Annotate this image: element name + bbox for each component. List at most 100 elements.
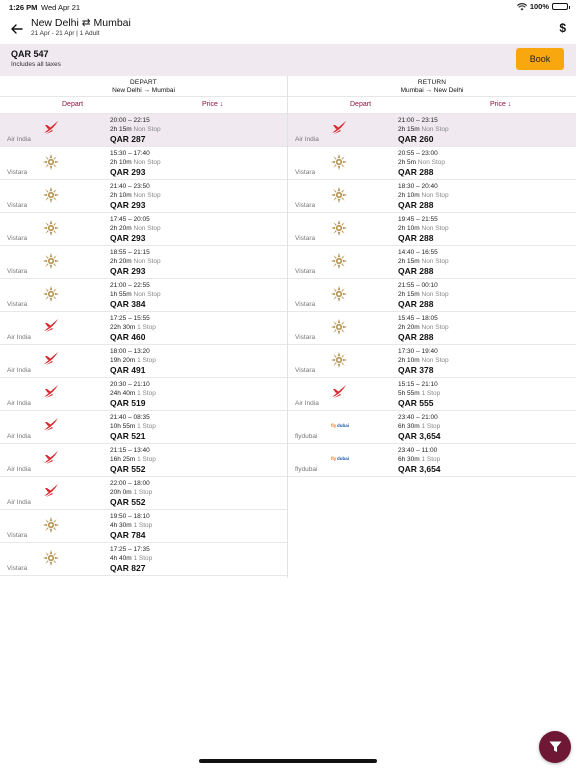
stops-label: Non Stop <box>421 291 449 298</box>
return-flight-row[interactable]: Air India 15:15 – 21:10 5h 55m 1 Stop QAR 5… <box>288 378 576 411</box>
filter-icon <box>549 741 561 752</box>
flight-times: 18:00 – 13:20 <box>110 348 150 355</box>
flight-duration: 2h 20m Non Stop <box>398 324 449 331</box>
depart-flight-row[interactable]: Air India 22:00 – 18:00 20h 0m 1 Stop QAR 5… <box>0 477 287 510</box>
airline-name: Vistara <box>7 202 28 209</box>
duration-value: 2h 10m <box>398 225 420 232</box>
stops-label: Non Stop <box>133 258 161 265</box>
depart-flight-row[interactable]: Vistara 15:30 – 17:40 2h 10m Non Stop QAR 2… <box>0 147 287 180</box>
flight-duration: 2h 20m Non Stop <box>110 225 161 232</box>
return-flight-row[interactable]: Vistara 14:40 – 16:55 2h 15m Non Stop QAR 2… <box>288 246 576 279</box>
return-flight-row[interactable]: Vistara 15:45 – 18:05 2h 20m Non Stop QAR 2… <box>288 312 576 345</box>
duration-value: 10h 55m <box>110 423 136 430</box>
airline-name: Vistara <box>7 268 28 275</box>
depart-flight-row[interactable]: Vistara 18:55 – 21:15 2h 20m Non Stop QAR 2… <box>0 246 287 279</box>
depart-flight-row[interactable]: Vistara 19:50 – 18:10 4h 30m 1 Stop QAR 784 <box>0 510 287 543</box>
return-flight-row[interactable]: fly dubai flydubai 23:40 – 11:00 6h 30m 1 St… <box>288 444 576 477</box>
depart-flight-row[interactable]: Vistara 21:40 – 23:50 2h 10m Non Stop QAR 2… <box>0 180 287 213</box>
book-button[interactable]: Book <box>516 48 564 70</box>
flight-times: 23:40 – 11:00 <box>398 447 438 454</box>
return-flight-row[interactable]: Vistara 17:30 – 19:40 2h 10m Non Stop QAR 3… <box>288 345 576 378</box>
return-flight-row[interactable]: Vistara 18:30 – 20:40 2h 10m Non Stop QAR 2… <box>288 180 576 213</box>
flight-price: QAR 552 <box>110 497 146 507</box>
flight-duration: 2h 20m Non Stop <box>110 258 161 265</box>
vistara-logo-icon <box>330 318 348 335</box>
battery-icon <box>552 3 570 10</box>
return-header: RETURN Mumbai → New Delhi <box>288 76 576 97</box>
depart-flight-row[interactable]: Air India 20:30 – 21:10 24h 40m 1 Stop QAR … <box>0 378 287 411</box>
flight-price: QAR 378 <box>398 365 434 375</box>
flight-price: QAR 784 <box>110 530 146 540</box>
depart-sort-depart[interactable]: Depart <box>62 101 83 108</box>
return-sort-depart[interactable]: Depart <box>350 101 371 108</box>
flight-times: 14:40 – 16:55 <box>398 249 438 256</box>
currency-button[interactable]: $ <box>559 21 566 35</box>
depart-flight-row[interactable]: Air India 21:15 – 13:40 16h 25m 1 Stop QAR … <box>0 444 287 477</box>
vistara-logo-icon <box>42 219 60 236</box>
return-sort-price[interactable]: Price ↓ <box>490 101 511 108</box>
vistara-logo-icon <box>330 285 348 302</box>
depart-flight-row[interactable]: Vistara 17:25 – 17:35 4h 40m 1 Stop QAR 827 <box>0 543 287 576</box>
duration-value: 2h 20m <box>110 258 132 265</box>
return-flight-row[interactable]: Air India 21:00 – 23:15 2h 15m Non Stop QAR… <box>288 114 576 147</box>
depart-flight-row[interactable]: Air India 18:00 – 13:20 19h 20m 1 Stop QAR … <box>0 345 287 378</box>
flight-times: 20:55 – 23:00 <box>398 150 438 157</box>
airline-name: Air India <box>7 136 31 143</box>
back-button[interactable] <box>8 20 26 38</box>
airline-name: flydubai <box>295 466 318 473</box>
flight-duration: 5h 55m 1 Stop <box>398 390 440 397</box>
return-flight-row[interactable]: Vistara 21:55 – 00:10 2h 15m Non Stop QAR 2… <box>288 279 576 312</box>
return-flight-row[interactable]: Vistara 19:45 – 21:55 2h 10m Non Stop QAR 2… <box>288 213 576 246</box>
flight-times: 21:00 – 23:15 <box>398 117 438 124</box>
svg-text:fly: fly <box>331 456 337 461</box>
depart-sort-row: Depart Price ↓ <box>0 97 287 114</box>
depart-flight-row[interactable]: Air India 17:25 – 15:55 22h 30m 1 Stop QAR … <box>0 312 287 345</box>
vistara-logo-icon <box>42 285 60 302</box>
depart-flight-row[interactable]: Air India 20:00 – 22:15 2h 15m Non Stop QAR… <box>0 114 287 147</box>
flight-times: 21:40 – 23:50 <box>110 183 150 190</box>
flight-duration: 6h 30m 1 Stop <box>398 456 440 463</box>
flight-duration: 2h 15m Non Stop <box>398 291 449 298</box>
air-india-logo-icon <box>42 450 60 466</box>
duration-value: 4h 30m <box>110 522 132 529</box>
depart-flight-row[interactable]: Vistara 17:45 – 20:05 2h 20m Non Stop QAR 2… <box>0 213 287 246</box>
flight-times: 15:30 – 17:40 <box>110 150 150 157</box>
duration-value: 16h 25m <box>110 456 136 463</box>
air-india-logo-icon <box>42 318 60 334</box>
flight-price: QAR 460 <box>110 332 146 342</box>
flight-price: QAR 3,654 <box>398 431 441 441</box>
airline-name: Vistara <box>295 202 316 209</box>
flight-duration: 2h 15m Non Stop <box>398 126 449 133</box>
tax-note: Includes all taxes <box>11 61 61 68</box>
airline-name: Air India <box>295 400 319 407</box>
duration-value: 24h 40m <box>110 390 136 397</box>
flight-duration: 4h 30m 1 Stop <box>110 522 152 529</box>
wifi-icon <box>516 2 527 10</box>
duration-value: 19h 20m <box>110 357 136 364</box>
flight-price: QAR 384 <box>110 299 146 309</box>
stops-label: Non Stop <box>421 258 449 265</box>
home-indicator <box>199 759 377 763</box>
stops-label: 1 Stop <box>421 456 441 463</box>
airline-name: flydubai <box>295 433 318 440</box>
duration-value: 2h 5m <box>398 159 417 166</box>
airline-name: Vistara <box>7 532 28 539</box>
return-column: RETURN Mumbai → New Delhi Depart Price ↓… <box>288 76 576 477</box>
airline-name: Air India <box>7 433 31 440</box>
return-flight-row[interactable]: Vistara 20:55 – 23:00 2h 5m Non Stop QAR 28… <box>288 147 576 180</box>
status-time: 1:26 PM <box>9 3 38 12</box>
airline-name: Vistara <box>295 334 316 341</box>
flight-times: 18:30 – 20:40 <box>398 183 438 190</box>
stops-label: 1 Stop <box>133 522 153 529</box>
depart-flight-row[interactable]: Vistara 21:00 – 22:55 1h 55m Non Stop QAR 3… <box>0 279 287 312</box>
arrow-left-icon <box>11 24 23 34</box>
stops-label: 1 Stop <box>137 423 156 430</box>
air-india-logo-icon <box>42 384 60 400</box>
filter-button[interactable] <box>539 731 571 763</box>
route-title: New Delhi ⇄ Mumbai <box>31 17 131 29</box>
depart-flight-row[interactable]: Air India 21:40 – 08:35 10h 55m 1 Stop QAR … <box>0 411 287 444</box>
flight-price: QAR 3,654 <box>398 464 441 474</box>
duration-value: 6h 30m <box>398 456 420 463</box>
depart-sort-price[interactable]: Price ↓ <box>202 101 223 108</box>
return-flight-row[interactable]: fly dubai flydubai 23:40 – 21:00 6h 30m 1 St… <box>288 411 576 444</box>
